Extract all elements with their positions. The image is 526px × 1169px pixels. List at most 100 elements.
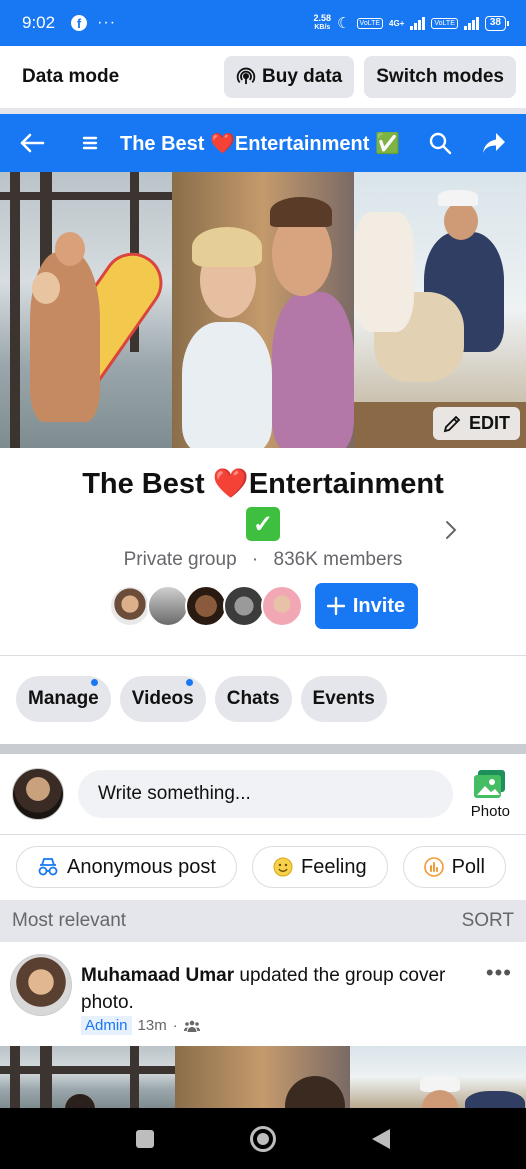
status-bar: 9:02 f ··· 2.58 KB/s ☾ VoLTE 4G+ VoLTE 3… bbox=[0, 0, 526, 46]
divider bbox=[0, 655, 526, 656]
plus-icon bbox=[326, 597, 345, 615]
meta-dot: · bbox=[172, 1017, 178, 1034]
post-headline: Muhamaad Umar updated the group cover ph… bbox=[81, 962, 481, 1016]
edit-label: EDIT bbox=[468, 413, 510, 433]
more-notifications-icon: ··· bbox=[97, 14, 117, 31]
network-speed-value: 2.58 bbox=[313, 13, 332, 23]
cover-photo-beach bbox=[0, 172, 172, 448]
group-name: The Best ❤️Entertainment bbox=[82, 468, 444, 500]
invite-label: Invite bbox=[352, 594, 406, 617]
volte-badge-2: VoLTE bbox=[431, 17, 458, 29]
avatar[interactable] bbox=[146, 585, 189, 627]
tab-videos[interactable]: Videos bbox=[119, 676, 206, 722]
home-icon[interactable] bbox=[250, 1125, 276, 1152]
feeling-label: Feeling bbox=[300, 855, 367, 878]
status-time: 9:02 bbox=[22, 13, 56, 32]
avatar[interactable] bbox=[10, 954, 72, 1016]
edit-cover-button[interactable]: EDIT bbox=[432, 407, 520, 440]
group-header-bar: The Best ❤️Entertainment ✅ bbox=[0, 114, 526, 172]
feed-post: Muhamaad Umar updated the group cover ph… bbox=[0, 942, 526, 1046]
group-cover-photo[interactable]: EDIT bbox=[0, 172, 526, 448]
buy-data-button[interactable]: Buy data bbox=[224, 56, 355, 98]
pencil-icon bbox=[443, 415, 461, 432]
signal-icon bbox=[410, 16, 426, 30]
avatar[interactable] bbox=[222, 585, 265, 627]
battery-icon: 38 bbox=[484, 15, 510, 31]
post-image-panel-beach bbox=[0, 1046, 175, 1108]
post-time[interactable]: 13m bbox=[138, 1017, 167, 1034]
anonymous-post-label: Anonymous post bbox=[67, 855, 216, 878]
group-info-section: The Best ❤️Entertainment ✓ Private group… bbox=[0, 448, 526, 654]
admin-badge: Admin bbox=[81, 1016, 132, 1035]
system-navigation-bar bbox=[0, 1108, 526, 1169]
facebook-notification-icon: f bbox=[71, 15, 88, 31]
write-something-input[interactable]: Write something... bbox=[78, 770, 453, 818]
tab-label: Manage bbox=[28, 688, 99, 709]
post-image-panel-couple bbox=[175, 1046, 350, 1108]
poll-button[interactable]: Poll bbox=[402, 846, 506, 888]
group-audience-icon bbox=[183, 1020, 200, 1032]
data-mode-label: Data mode bbox=[22, 66, 120, 87]
green-check-icon: ✓ bbox=[246, 507, 280, 541]
post-author[interactable]: Muhamaad Umar bbox=[81, 965, 234, 986]
network-speed: 2.58 KB/s bbox=[314, 14, 332, 32]
network-type: 4G+ bbox=[389, 18, 405, 28]
incognito-icon bbox=[38, 858, 58, 876]
divider bbox=[0, 834, 526, 835]
tab-manage[interactable]: Manage bbox=[16, 676, 111, 722]
notification-dot bbox=[90, 679, 98, 686]
volte-badge: VoLTE bbox=[356, 17, 384, 29]
poll-label: Poll bbox=[451, 855, 485, 878]
feed-sort-bar: Most relevant SORT bbox=[0, 900, 526, 942]
feeling-button[interactable]: Feeling bbox=[251, 846, 388, 888]
avatar[interactable] bbox=[184, 585, 227, 627]
broadcast-icon bbox=[236, 67, 256, 85]
search-icon[interactable] bbox=[424, 127, 456, 159]
buy-data-label: Buy data bbox=[262, 66, 343, 87]
poll-icon bbox=[423, 857, 444, 877]
section-separator bbox=[0, 744, 526, 754]
menu-icon[interactable] bbox=[74, 127, 106, 159]
recent-apps-icon[interactable] bbox=[136, 1129, 154, 1148]
cover-photo-couple bbox=[172, 172, 354, 448]
status-indicators: 2.58 KB/s ☾ VoLTE 4G+ VoLTE 38 bbox=[314, 14, 510, 32]
data-mode-bar: Data mode Buy data Switch modes bbox=[0, 46, 526, 108]
switch-modes-button[interactable]: Switch modes bbox=[364, 56, 516, 98]
group-tabs: Manage Videos Chats Events bbox=[16, 676, 387, 722]
sort-button[interactable]: SORT bbox=[462, 910, 514, 932]
back-icon[interactable] bbox=[372, 1128, 390, 1149]
tab-label: Chats bbox=[226, 688, 280, 709]
group-member-count[interactable]: 836K members bbox=[274, 549, 403, 570]
tab-chats[interactable]: Chats bbox=[214, 676, 292, 722]
do-not-disturb-icon: ☾ bbox=[337, 15, 351, 32]
post-meta: Admin 13m · bbox=[81, 1016, 200, 1035]
network-speed-unit: KB/s bbox=[314, 24, 331, 31]
tab-events[interactable]: Events bbox=[300, 676, 387, 722]
photo-label: Photo bbox=[470, 802, 510, 820]
smiley-icon bbox=[273, 857, 293, 877]
notification-dot bbox=[185, 679, 193, 686]
invite-button[interactable]: Invite bbox=[314, 583, 418, 629]
write-placeholder: Write something... bbox=[98, 783, 251, 804]
avatar[interactable] bbox=[260, 585, 303, 627]
header-title: The Best ❤️Entertainment ✅ bbox=[120, 132, 400, 155]
member-avatars-row: Invite bbox=[0, 583, 526, 629]
chevron-right-icon[interactable] bbox=[444, 518, 458, 542]
photo-icon bbox=[474, 769, 506, 798]
back-arrow-icon[interactable] bbox=[16, 127, 48, 159]
switch-modes-label: Switch modes bbox=[376, 66, 504, 87]
group-meta: Private group · 836K members bbox=[0, 549, 526, 571]
anonymous-post-button[interactable]: Anonymous post bbox=[16, 846, 237, 888]
photo-button[interactable]: Photo bbox=[471, 769, 510, 820]
post-image[interactable] bbox=[0, 1046, 526, 1108]
post-type-chips: Anonymous post Feeling Poll bbox=[16, 846, 506, 888]
avatar[interactable] bbox=[108, 585, 151, 627]
tab-label: Events bbox=[312, 688, 375, 709]
signal-icon-2 bbox=[463, 16, 479, 30]
group-privacy: Private group bbox=[123, 549, 237, 570]
post-more-options-icon[interactable]: ••• bbox=[486, 960, 512, 986]
share-icon[interactable] bbox=[478, 127, 510, 159]
tab-label: Videos bbox=[131, 688, 194, 709]
avatar[interactable] bbox=[12, 768, 64, 820]
meta-separator: · bbox=[251, 549, 259, 570]
